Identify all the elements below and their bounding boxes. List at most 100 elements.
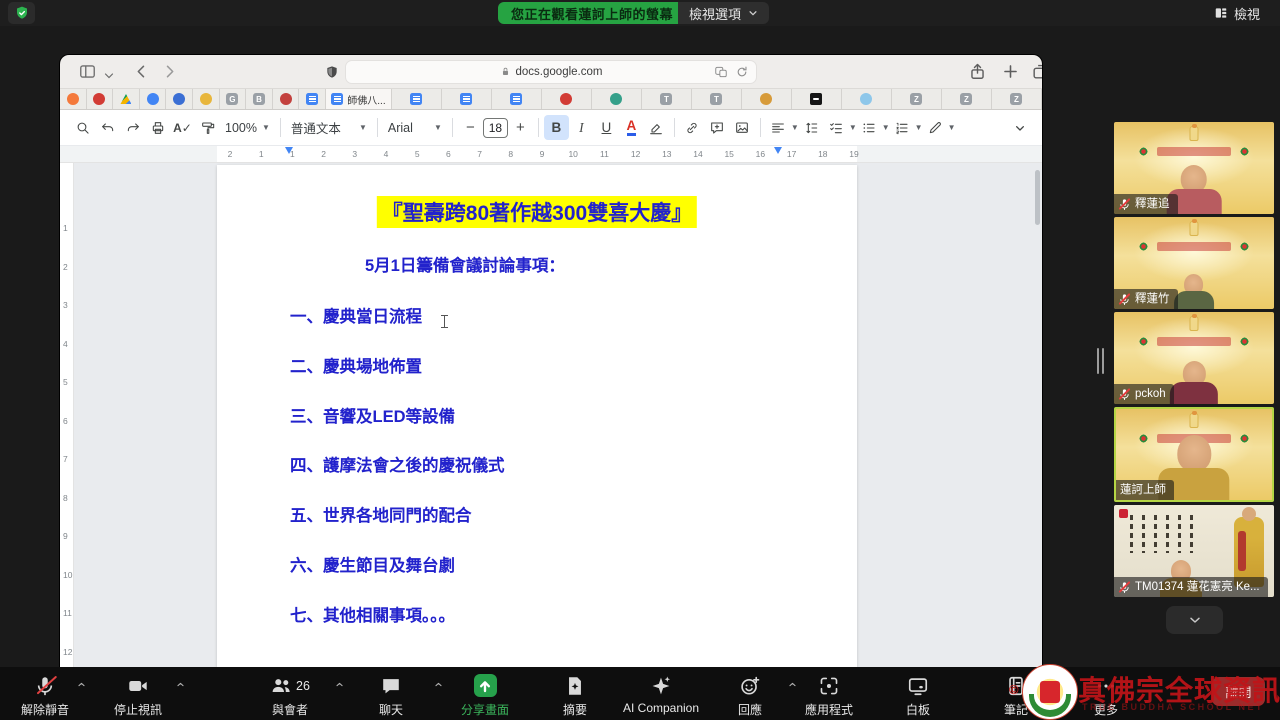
participant-video[interactable]: 釋蓮竹 [1114,217,1274,309]
browser-tab[interactable] [166,89,193,109]
browser-tab[interactable]: Z [992,89,1042,109]
browser-tab[interactable] [592,89,642,109]
chevron-up-icon[interactable] [787,679,798,693]
chevron-up-icon[interactable] [433,679,444,693]
browser-tab[interactable]: T [642,89,692,109]
paragraph-style-select[interactable]: 普通文本▼ [286,118,372,137]
reload-icon[interactable] [735,65,749,79]
insert-image-button[interactable] [730,115,755,140]
browser-tab[interactable] [842,89,892,109]
browser-tab[interactable]: B [246,89,273,109]
font-family-select[interactable]: Arial▼ [383,121,447,135]
vertical-ruler[interactable]: 123456789101112 [60,163,74,667]
zoom-select[interactable]: 100%▼ [220,121,275,135]
browser-tab[interactable] [392,89,442,109]
text-color-button[interactable]: A [619,115,644,140]
ruler-number: 4 [63,339,68,349]
participant-video[interactable]: 蓮訶上師 [1114,407,1274,502]
address-bar[interactable]: docs.google.com [345,60,757,84]
privacy-shield-icon[interactable] [324,63,340,82]
browser-tab[interactable] [193,89,220,109]
participant-name-label: 釋蓮追 [1114,194,1178,214]
sidebar-chevron-icon[interactable] [103,66,115,85]
browser-tab[interactable] [442,89,492,109]
ai-companion-button[interactable]: AI Companion [623,674,699,715]
participant-video[interactable]: pckoh [1114,312,1274,404]
italic-button[interactable]: I [569,115,594,140]
stop-video-button[interactable]: 停止視訊 [114,674,162,718]
redo-icon[interactable] [120,115,145,140]
document-page[interactable]: 『聖壽跨80著作越300雙喜大慶』 5月1日籌備會議討論事項： 一、慶典當日流程… [217,165,857,667]
font-size-input[interactable]: 18 [483,118,508,138]
security-shield-button[interactable] [8,2,35,24]
whiteboard-button[interactable]: 白板 [906,674,930,718]
print-icon[interactable] [145,115,170,140]
participant-video[interactable]: TM01374 蓮花憲亮 Ke... [1114,505,1274,597]
sidebar-toggle-icon[interactable] [78,62,97,81]
browser-tab[interactable] [492,89,542,109]
translate-icon[interactable] [714,65,728,79]
chevron-up-icon[interactable] [334,679,345,693]
tab-overview-icon[interactable] [1031,62,1042,81]
document-scrollbar[interactable] [1035,170,1040,225]
browser-tab[interactable] [140,89,167,109]
right-indent-marker[interactable] [774,147,782,154]
unmute-button[interactable]: 解除靜音 [21,674,69,718]
insert-link-button[interactable] [680,115,705,140]
browser-tab[interactable]: T [692,89,742,109]
bulleted-list-button[interactable] [857,115,882,140]
toolbar-overflow-button[interactable] [1007,115,1032,140]
align-button[interactable] [766,115,791,140]
bold-button[interactable]: B [544,115,569,140]
browser-tab[interactable] [542,89,592,109]
browser-tab[interactable] [792,89,842,109]
browser-tab[interactable]: Z [892,89,942,109]
chevron-up-icon[interactable] [175,679,186,693]
browser-tab[interactable] [273,89,300,109]
checklist-button[interactable] [824,115,849,140]
horizontal-ruler[interactable]: 2112345678910111213141516171819 [60,146,1042,163]
new-tab-icon[interactable] [1001,62,1020,81]
undo-icon[interactable] [95,115,120,140]
chevron-up-icon[interactable] [76,679,87,693]
flower-favicon [860,93,872,105]
reactions-button[interactable]: 回應 [738,674,762,718]
browser-tab[interactable] [60,89,87,109]
share-screen-button[interactable]: 分享畫面 [461,674,509,718]
share-page-icon[interactable] [968,62,987,81]
underline-button[interactable]: U [594,115,619,140]
highlight-color-button[interactable] [644,115,669,140]
summary-button[interactable]: 摘要 [563,674,587,718]
browser-tab[interactable] [113,89,140,109]
control-label: 回應 [738,701,762,718]
paint-roller-icon[interactable] [195,115,220,140]
apps-icon [818,674,840,697]
browser-tab[interactable] [299,89,326,109]
browser-tab-active[interactable]: 師佛八... [326,89,392,109]
browser-tab[interactable] [742,89,792,109]
chat-button[interactable]: 聊天 [379,674,403,718]
pen-tool-button[interactable] [923,115,948,140]
view-options-dropdown[interactable]: 檢視選項 [678,2,769,24]
browser-tab[interactable]: Z [942,89,992,109]
browser-tab[interactable] [87,89,114,109]
watermark-copyright: © [1009,682,1019,697]
view-layout-button[interactable]: 檢視 [1206,2,1268,24]
back-button[interactable] [132,62,151,81]
spellcheck-icon[interactable]: A✓ [170,115,195,140]
collapse-videos-button[interactable] [1166,606,1223,634]
apps-button[interactable]: 應用程式 [805,674,853,718]
line-spacing-button[interactable] [799,115,824,140]
participant-video[interactable]: 釋蓮追 [1114,122,1274,214]
decrease-font-icon[interactable]: − [458,115,483,140]
add-comment-button[interactable] [705,115,730,140]
align-caret[interactable]: ▼ [791,123,799,132]
forward-button[interactable] [160,62,179,81]
panel-resize-handle[interactable] [1097,348,1104,374]
browser-tab[interactable]: G [220,89,247,109]
search-icon[interactable] [70,115,95,140]
bird-favicon [280,93,292,105]
numbered-list-button[interactable] [890,115,915,140]
participants-button[interactable]: 26與會者 [270,674,310,718]
increase-font-icon[interactable]: + [508,115,533,140]
